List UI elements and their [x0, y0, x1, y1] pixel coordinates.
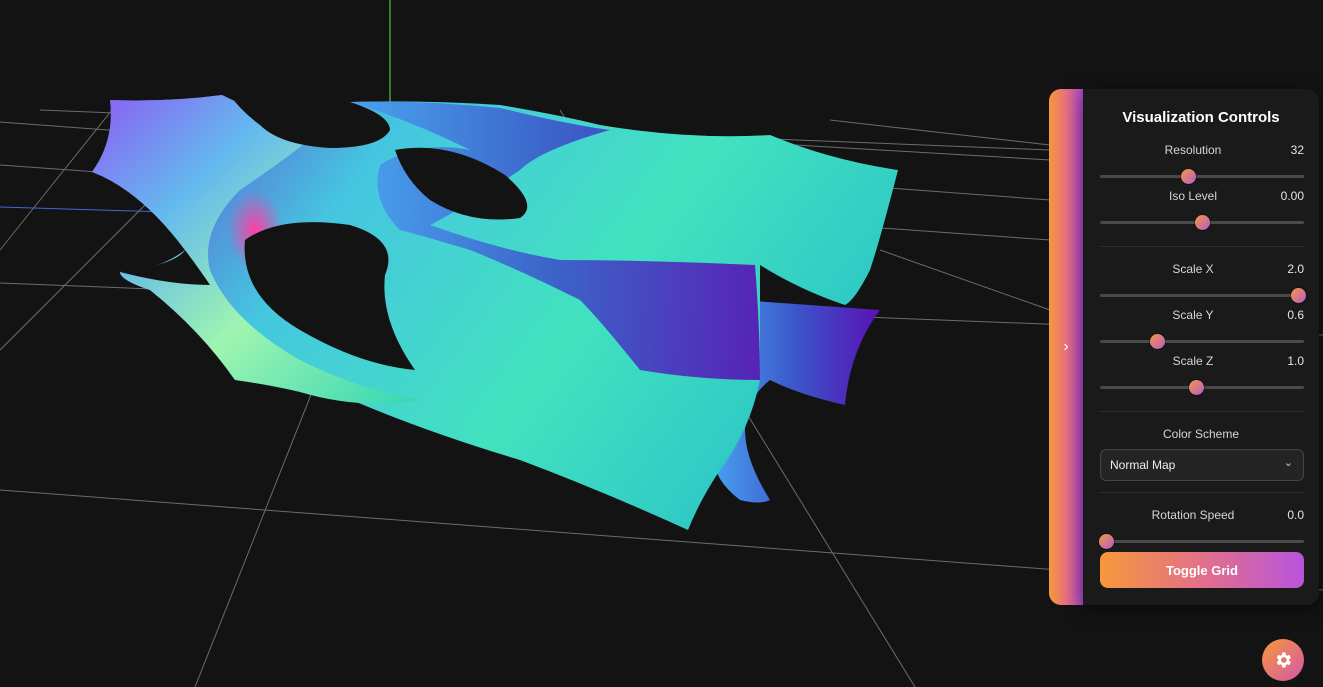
rotation-speed-value: 0.0	[1254, 508, 1304, 522]
collapse-panel-button[interactable]: ›	[1049, 89, 1083, 605]
slider-thumb[interactable]	[1195, 215, 1210, 230]
scale-z-label: Scale Z	[1143, 354, 1243, 368]
chevron-right-icon: ›	[1063, 338, 1068, 356]
resolution-value: 32	[1254, 143, 1304, 157]
toggle-grid-button[interactable]: Toggle Grid	[1100, 552, 1304, 588]
slider-thumb[interactable]	[1291, 288, 1306, 303]
resolution-slider[interactable]	[1100, 175, 1304, 178]
slider-thumb[interactable]	[1181, 169, 1196, 184]
scale-y-label: Scale Y	[1143, 308, 1243, 322]
panel-title: Visualization Controls	[1083, 109, 1319, 126]
scale-y-slider[interactable]	[1100, 340, 1304, 343]
color-scheme-select[interactable]: Normal Map ⌄	[1100, 449, 1304, 481]
slider-thumb[interactable]	[1189, 380, 1204, 395]
scale-z-value: 1.0	[1254, 354, 1304, 368]
controls-panel-container: › Visualization Controls Resolution 32 I…	[1049, 89, 1319, 605]
scale-x-slider[interactable]	[1100, 294, 1304, 297]
rotation-speed-slider[interactable]	[1100, 540, 1304, 543]
scale-y-value: 0.6	[1254, 308, 1304, 322]
chevron-down-icon: ⌄	[1284, 456, 1293, 469]
divider	[1100, 492, 1304, 493]
scale-z-slider[interactable]	[1100, 386, 1304, 389]
color-scheme-label: Color Scheme	[1083, 427, 1319, 441]
gear-icon	[1273, 650, 1293, 670]
settings-button[interactable]	[1262, 639, 1304, 681]
color-scheme-selected: Normal Map	[1110, 458, 1175, 472]
divider	[1100, 246, 1304, 247]
rotation-speed-label: Rotation Speed	[1123, 508, 1263, 522]
iso-level-value: 0.00	[1254, 189, 1304, 203]
resolution-label: Resolution	[1143, 143, 1243, 157]
iso-level-label: Iso Level	[1143, 189, 1243, 203]
controls-panel: Visualization Controls Resolution 32 Iso…	[1083, 89, 1319, 605]
iso-level-slider[interactable]	[1100, 221, 1304, 224]
scale-x-label: Scale X	[1143, 262, 1243, 276]
scale-x-value: 2.0	[1254, 262, 1304, 276]
slider-thumb[interactable]	[1150, 334, 1165, 349]
divider	[1100, 411, 1304, 412]
slider-thumb[interactable]	[1099, 534, 1114, 549]
